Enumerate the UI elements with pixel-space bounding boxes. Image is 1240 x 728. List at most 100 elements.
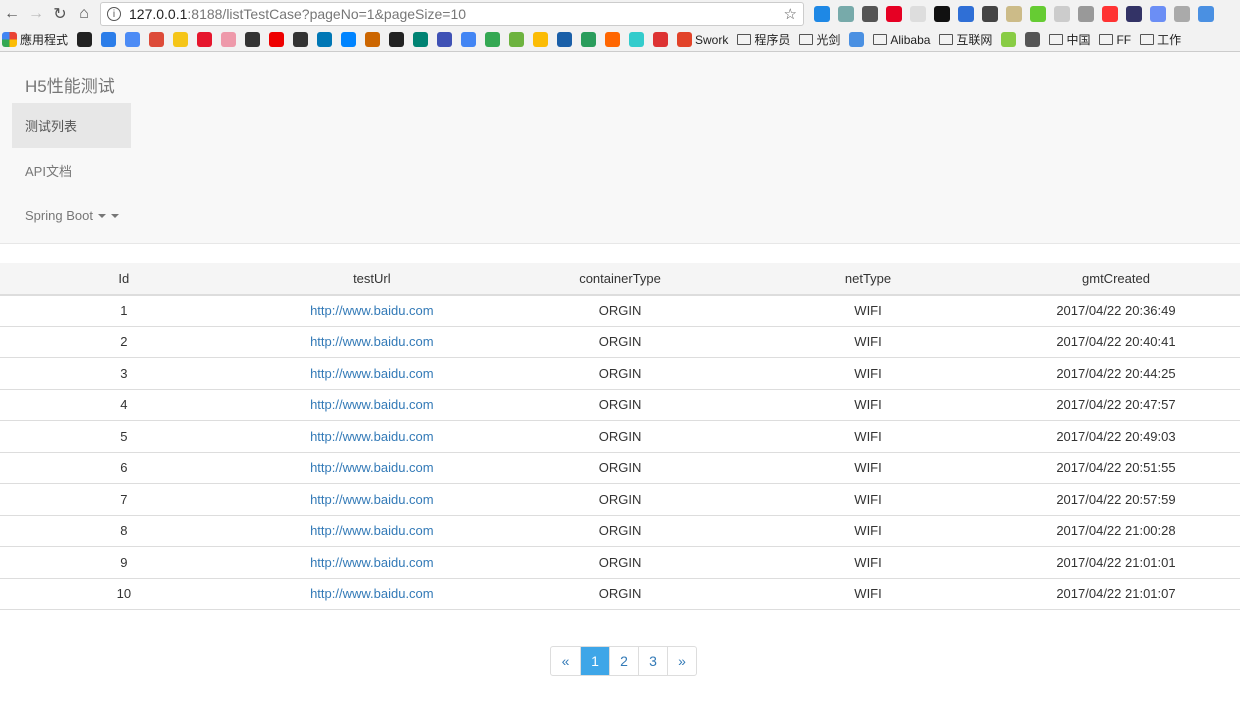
- extension-icon[interactable]: [1054, 6, 1070, 22]
- folder-icon: [1099, 34, 1114, 45]
- bookmark-favicon-icon: [1001, 32, 1017, 47]
- extension-icon[interactable]: [1102, 6, 1118, 22]
- table-cell: http://www.baidu.com: [247, 452, 496, 484]
- table-cell: 4: [0, 389, 248, 421]
- test-url-link[interactable]: http://www.baidu.com: [310, 397, 434, 412]
- bookmark-item[interactable]: [581, 32, 597, 47]
- bookmark-item[interactable]: [509, 32, 525, 47]
- extension-icon[interactable]: [814, 6, 830, 22]
- extension-icon[interactable]: [1150, 6, 1166, 22]
- bookmark-item[interactable]: [125, 32, 141, 47]
- bookmark-item[interactable]: Swork: [677, 32, 728, 47]
- test-url-link[interactable]: http://www.baidu.com: [310, 429, 434, 444]
- info-icon[interactable]: i: [107, 7, 121, 21]
- brand[interactable]: H5性能测试: [25, 72, 115, 97]
- extension-icon[interactable]: [1126, 6, 1142, 22]
- bookmark-item[interactable]: [413, 32, 429, 47]
- pagination-page-button[interactable]: 3: [638, 647, 667, 675]
- bookmark-label: 互联网: [956, 33, 993, 47]
- bookmark-item[interactable]: [317, 32, 333, 47]
- bookmark-item[interactable]: [389, 32, 405, 47]
- pagination-page-button[interactable]: 2: [609, 647, 638, 675]
- bookmark-item[interactable]: 中国: [1049, 31, 1090, 48]
- bookmark-star-icon[interactable]: ☆: [784, 5, 797, 23]
- test-url-link[interactable]: http://www.baidu.com: [310, 555, 434, 570]
- bookmark-item[interactable]: [293, 32, 309, 47]
- folder-icon: [1049, 34, 1064, 45]
- extension-icon[interactable]: [1030, 6, 1046, 22]
- bookmark-favicon-icon: [77, 32, 93, 47]
- table-cell: WIFI: [744, 389, 992, 421]
- extension-icon[interactable]: [1078, 6, 1094, 22]
- column-header: containerType: [496, 263, 745, 296]
- url-path: :8188/listTestCase?pageNo=1&pageSize=10: [187, 6, 467, 22]
- bookmark-item[interactable]: [653, 32, 669, 47]
- bookmark-item[interactable]: [245, 32, 261, 47]
- nav-item-api-docs[interactable]: API文档: [12, 148, 131, 193]
- table-row: 10 http://www.baidu.com ORGIN WIFI 2017/04/2…: [0, 578, 1240, 610]
- forward-button[interactable]: →: [24, 5, 48, 23]
- folder-icon: [939, 34, 954, 45]
- test-url-link[interactable]: http://www.baidu.com: [310, 586, 434, 601]
- bookmark-item[interactable]: [173, 32, 189, 47]
- bookmark-item[interactable]: [101, 32, 117, 47]
- address-bar[interactable]: i 127.0.0.1:8188/listTestCase?pageNo=1&p…: [100, 2, 804, 26]
- pagination-next-button[interactable]: »: [667, 647, 696, 675]
- bookmark-item[interactable]: [341, 32, 357, 47]
- extension-icon[interactable]: [982, 6, 998, 22]
- bookmark-item[interactable]: [149, 32, 165, 47]
- test-url-link[interactable]: http://www.baidu.com: [310, 303, 434, 318]
- extension-icon[interactable]: [910, 6, 926, 22]
- bookmark-item[interactable]: 工作: [1140, 31, 1181, 48]
- nav-item-test-list[interactable]: 测试列表: [12, 103, 131, 148]
- extension-icon[interactable]: [886, 6, 902, 22]
- test-case-table: Id testUrl containerType netType gmtCreated …: [0, 263, 1240, 610]
- bookmark-item[interactable]: FF: [1099, 33, 1131, 47]
- bookmark-item[interactable]: [461, 32, 477, 47]
- bookmark-item[interactable]: 互联网: [939, 31, 992, 48]
- table-cell: http://www.baidu.com: [247, 546, 496, 579]
- bookmark-item[interactable]: [1025, 32, 1041, 47]
- extension-icon[interactable]: [1174, 6, 1190, 22]
- bookmark-item[interactable]: 光剑: [799, 31, 840, 48]
- pagination-page-button[interactable]: 1: [580, 647, 609, 675]
- bookmark-item[interactable]: [533, 32, 549, 47]
- test-url-link[interactable]: http://www.baidu.com: [310, 492, 434, 507]
- test-url-link[interactable]: http://www.baidu.com: [310, 460, 434, 475]
- bookmark-item[interactable]: [849, 32, 865, 47]
- home-button[interactable]: ⌂: [72, 5, 96, 23]
- test-url-link[interactable]: http://www.baidu.com: [310, 523, 434, 538]
- table-row: 3 http://www.baidu.com ORGIN WIFI 2017/04/22…: [0, 357, 1240, 390]
- bookmark-item[interactable]: [437, 32, 453, 47]
- extension-icon[interactable]: [934, 6, 950, 22]
- bookmark-item[interactable]: 程序员: [737, 31, 790, 48]
- bookmark-item[interactable]: [197, 32, 213, 47]
- bookmark-item[interactable]: [269, 32, 285, 47]
- bookmark-item[interactable]: 應用程式: [2, 31, 68, 48]
- extension-icon[interactable]: [1198, 6, 1214, 22]
- test-url-link[interactable]: http://www.baidu.com: [310, 334, 434, 349]
- bookmark-item[interactable]: Alibaba: [873, 33, 930, 47]
- bookmark-item[interactable]: [221, 32, 237, 47]
- bookmark-item[interactable]: [365, 32, 381, 47]
- bookmark-item[interactable]: [557, 32, 573, 47]
- bookmark-label: FF: [1116, 32, 1132, 47]
- back-button[interactable]: ←: [0, 5, 24, 23]
- bookmark-item[interactable]: [485, 32, 501, 47]
- table-cell: WIFI: [744, 578, 992, 610]
- bookmark-favicon-icon: [509, 32, 525, 47]
- extension-icon[interactable]: [838, 6, 854, 22]
- bookmark-favicon-icon: [485, 32, 501, 47]
- extension-icon[interactable]: [862, 6, 878, 22]
- bookmark-item[interactable]: [77, 32, 93, 47]
- test-url-link[interactable]: http://www.baidu.com: [310, 366, 434, 381]
- bookmark-item[interactable]: [629, 32, 645, 47]
- bookmark-item[interactable]: [1001, 32, 1017, 47]
- nav-item-spring-boot-dropdown[interactable]: Spring Boot: [12, 193, 131, 238]
- extension-icon[interactable]: [1006, 6, 1022, 22]
- table-cell: http://www.baidu.com: [247, 357, 496, 390]
- reload-button[interactable]: ↻: [48, 4, 72, 24]
- extension-icon[interactable]: [958, 6, 974, 22]
- pagination-prev-button[interactable]: «: [551, 647, 580, 675]
- bookmark-item[interactable]: [605, 32, 621, 47]
